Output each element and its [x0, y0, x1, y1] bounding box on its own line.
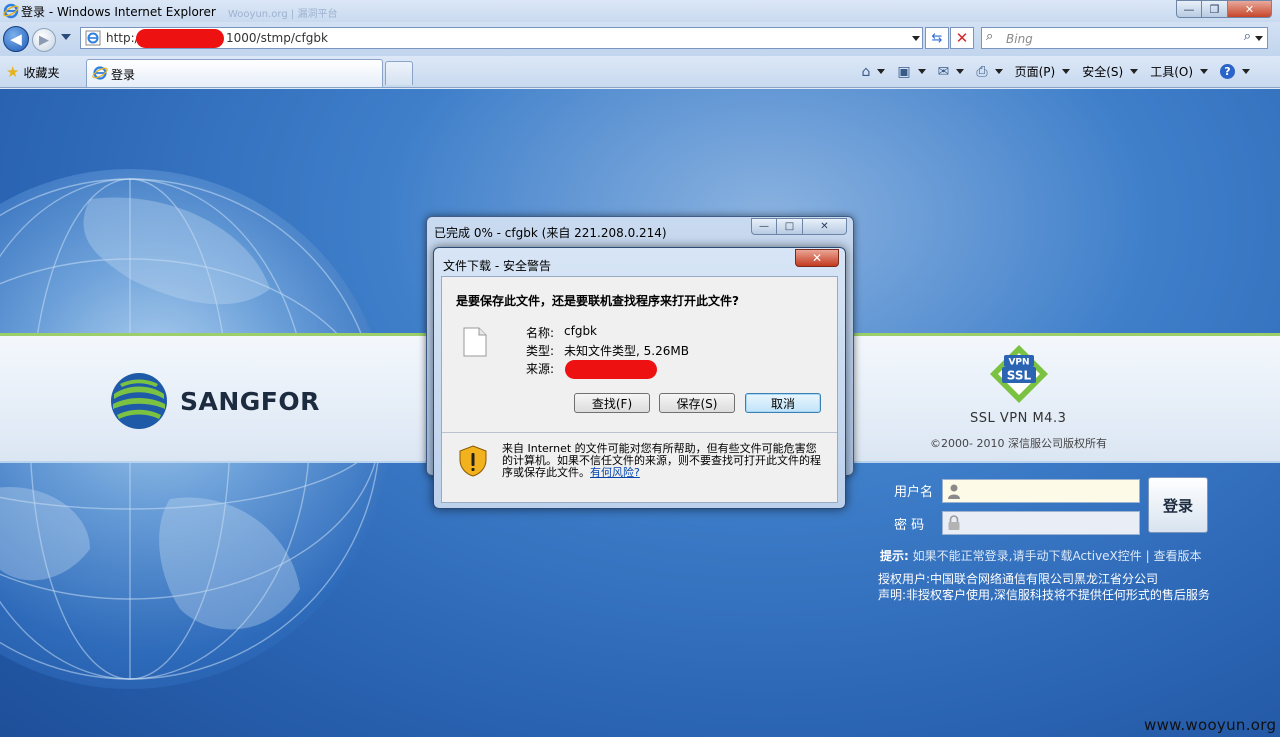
new-tab-button[interactable]: [385, 61, 413, 85]
ssl-vpn-badge-icon: VPN SSL: [990, 345, 1048, 403]
watermark-text: www.wooyun.org: [1144, 716, 1277, 734]
help-dropdown[interactable]: [1242, 69, 1250, 74]
file-source-key: 来源:: [526, 362, 555, 376]
command-bar: ⌂ ▣ ✉ ⎙ 页面(P) 安全(S) 工具(O) ?: [862, 63, 1258, 80]
file-name-value: cfgbk: [564, 324, 598, 338]
ie-logo-icon: [3, 3, 19, 19]
mail-dropdown[interactable]: [956, 69, 965, 74]
background-tab-title: Wooyun.org | 漏洞平台: [228, 9, 338, 20]
url-path: 1000/stmp/cfgbk: [226, 31, 328, 45]
favorites-star-icon: ★: [6, 63, 20, 81]
home-dropdown[interactable]: [877, 69, 886, 74]
file-download-dialog: 文件下载 - 安全警告 ✕ 是要保存此文件，还是要联机查找程序来打开此文件? 名…: [433, 247, 846, 509]
sangfor-logo-icon: [111, 373, 167, 429]
copyright-text: ©2000- 2010 深信服公司版权所有: [930, 437, 1107, 450]
sangfor-logo: SANGFOR: [110, 372, 320, 430]
download-close-button[interactable]: ✕: [803, 218, 847, 235]
url-dropdown[interactable]: [912, 36, 920, 41]
mail-icon[interactable]: ✉: [938, 64, 950, 80]
tab-login[interactable]: 登录: [86, 59, 383, 87]
redaction-mark: [565, 360, 657, 379]
declaration-text: 声明:非授权客户使用,深信服科技将不提供任何形式的售后服务: [878, 588, 1210, 602]
hint-text[interactable]: 如果不能正常登录,请手动下载ActiveX控件 | 查看版本: [909, 549, 1202, 563]
window-title: 登录 - Windows Internet Explorer: [21, 5, 216, 19]
username-field[interactable]: [942, 479, 1140, 503]
dialog-title: 文件下载 - 安全警告: [443, 259, 551, 273]
user-icon: [948, 484, 960, 499]
window-titlebar: 登录 - Windows Internet Explorer Wooyun.or…: [0, 0, 1280, 22]
dialog-question: 是要保存此文件，还是要联机查找程序来打开此文件?: [456, 294, 739, 308]
recent-pages-dropdown[interactable]: [61, 34, 71, 40]
back-button[interactable]: ◀: [3, 26, 29, 52]
sangfor-logo-text: SANGFOR: [180, 386, 320, 416]
file-icon: [463, 327, 487, 357]
search-go-icon[interactable]: ⌕: [1244, 29, 1251, 44]
tab-label: 登录: [111, 68, 136, 82]
dialog-body: 是要保存此文件，还是要联机查找程序来打开此文件? 名称: cfgbk 类型: 未…: [441, 276, 838, 503]
security-shield-icon: [459, 445, 487, 477]
help-icon[interactable]: ?: [1220, 64, 1235, 79]
close-button[interactable]: ✕: [1228, 0, 1272, 18]
print-dropdown[interactable]: [994, 69, 1003, 74]
tab-bar: ★ 收藏夹 登录 ⌂ ▣ ✉ ⎙ 页面(P) 安全(S) 工具(O) ?: [0, 56, 1280, 144]
password-label: 密 码: [894, 518, 925, 533]
login-button[interactable]: 登录: [1148, 477, 1208, 533]
maximize-button[interactable]: ❐: [1202, 0, 1228, 18]
redaction-mark: [136, 29, 224, 48]
username-label: 用户名: [894, 485, 934, 500]
address-bar: ◀ ▶ http:// 1000/stmp/cfgbk ⇆ ✕ ⌕ Bing ⌕: [0, 22, 1280, 56]
safety-menu[interactable]: 安全(S): [1082, 63, 1123, 80]
refresh-button[interactable]: ⇆: [925, 27, 949, 49]
feeds-icon[interactable]: ▣: [897, 64, 910, 80]
favorites-button[interactable]: ★ 收藏夹: [6, 63, 59, 81]
home-icon[interactable]: ⌂: [862, 64, 871, 80]
tools-menu[interactable]: 工具(O): [1150, 63, 1193, 80]
save-button[interactable]: 保存(S): [659, 393, 735, 413]
dialog-close-button[interactable]: ✕: [795, 249, 839, 267]
download-window-title: 已完成 0% - cfgbk (来自 221.208.0.214): [434, 226, 667, 240]
feeds-dropdown[interactable]: [917, 69, 926, 74]
security-warning-text: 来自 Internet 的文件可能对您有所帮助，但有些文件可能危害您的计算机。如…: [502, 442, 821, 479]
authorized-user-text: 授权用户:中国联合网络通信有限公司黑龙江省分公司: [878, 572, 1159, 586]
file-name-key: 名称:: [526, 326, 555, 340]
minimize-button[interactable]: —: [1176, 0, 1202, 18]
url-input[interactable]: http:// 1000/stmp/cfgbk: [80, 27, 923, 49]
cancel-button[interactable]: 取消: [745, 393, 821, 413]
search-provider-dropdown[interactable]: [1255, 36, 1263, 41]
print-icon[interactable]: ⎙: [976, 64, 987, 80]
svg-text:VPN: VPN: [1008, 358, 1029, 368]
stop-button[interactable]: ✕: [950, 27, 974, 49]
file-type-key: 类型:: [526, 344, 555, 358]
download-maximize-button[interactable]: □: [777, 218, 803, 235]
page-menu[interactable]: 页面(P): [1015, 63, 1056, 80]
find-button[interactable]: 查找(F): [574, 393, 650, 413]
risk-link[interactable]: 有何风险?: [590, 466, 640, 479]
product-title: SSL VPN M4.3: [970, 411, 1067, 426]
search-input[interactable]: ⌕ Bing ⌕: [981, 27, 1268, 49]
search-icon: ⌕: [986, 29, 994, 44]
password-field[interactable]: [942, 511, 1140, 535]
svg-text:SSL: SSL: [1007, 369, 1032, 383]
download-minimize-button[interactable]: —: [751, 218, 777, 235]
hint-label: 提示:: [880, 549, 909, 563]
lock-icon: [948, 515, 960, 530]
ie-page-icon: [85, 30, 101, 46]
favorites-label: 收藏夹: [23, 65, 60, 80]
search-placeholder: Bing: [1006, 32, 1033, 46]
login-hint: 提示: 如果不能正常登录,请手动下载ActiveX控件 | 查看版本: [880, 547, 1201, 564]
file-type-value: 未知文件类型, 5.26MB: [564, 344, 689, 358]
forward-button[interactable]: ▶: [32, 28, 56, 52]
ie-page-icon: [92, 66, 108, 80]
